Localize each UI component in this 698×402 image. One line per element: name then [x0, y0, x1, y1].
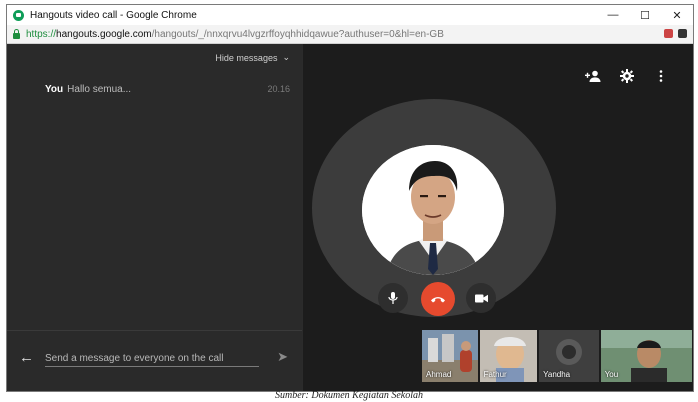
- hide-messages-label: Hide messages: [215, 52, 278, 63]
- more-vert-icon[interactable]: [653, 69, 669, 83]
- end-call-button[interactable]: [421, 282, 455, 316]
- figure-caption: Sumber: Dokumen Kegiatan Sekolah: [274, 390, 424, 401]
- browser-window: Hangouts video call - Google Chrome — ☐ …: [6, 4, 694, 392]
- participant-thumbnail[interactable]: Ahmad: [422, 330, 478, 382]
- address-bar[interactable]: https://hangouts.google.com/hangouts/_/n…: [7, 25, 693, 44]
- url-scheme: https://: [26, 28, 57, 40]
- participant-thumbnail[interactable]: You: [600, 330, 692, 382]
- participant-name: You: [604, 370, 619, 379]
- mic-button[interactable]: [378, 283, 408, 313]
- cast-icon[interactable]: [678, 29, 687, 38]
- back-arrow-icon[interactable]: ←: [19, 349, 34, 366]
- send-icon[interactable]: ➤: [277, 349, 288, 365]
- video-area: Ahmad Fathur Yandha You: [303, 44, 693, 391]
- camera-icon: [474, 294, 488, 302]
- hangouts-app-icon: [13, 9, 24, 21]
- lock-icon[interactable]: [13, 28, 20, 39]
- maximize-button[interactable]: ☐: [629, 5, 661, 25]
- participant-name: Ahmad: [426, 370, 452, 379]
- title-bar: Hangouts video call - Google Chrome — ☐ …: [7, 5, 693, 25]
- settings-gear-icon[interactable]: [619, 69, 635, 83]
- compose-bar: ← ➤: [7, 330, 302, 391]
- window-title: Hangouts video call - Google Chrome: [30, 9, 197, 21]
- window-controls: — ☐ ✕: [597, 5, 693, 25]
- url-host: hangouts.google.com: [56, 28, 152, 40]
- video-toolbar: [585, 69, 669, 83]
- message-sender: You: [45, 84, 64, 95]
- participant-thumbnail[interactable]: Yandha: [539, 330, 599, 382]
- participant-thumbnail[interactable]: Fathur: [479, 330, 538, 382]
- participant-name: Fathur: [483, 370, 507, 379]
- participant-name: Yandha: [543, 370, 571, 379]
- url-text[interactable]: https://hangouts.google.com/hangouts/_/n…: [26, 29, 444, 40]
- chat-panel: Hide messages ⌄ You Hallo semua... 20.16 …: [7, 44, 302, 391]
- close-button[interactable]: ✕: [661, 5, 693, 25]
- message-time: 20.16: [267, 84, 290, 94]
- address-bar-icons: [664, 29, 687, 38]
- chevron-down-icon: ⌄: [282, 52, 290, 62]
- mic-icon: [388, 291, 398, 304]
- url-path: /hangouts/_/nnxqrvu4lvgzrffoyqhhidqawue?…: [151, 28, 444, 40]
- message-input[interactable]: [45, 350, 259, 367]
- hide-messages-button[interactable]: Hide messages ⌄: [215, 52, 290, 63]
- minimize-button[interactable]: —: [597, 5, 629, 25]
- chat-message: You Hallo semua... 20.16: [45, 84, 290, 95]
- camera-button[interactable]: [466, 283, 496, 313]
- end-call-icon: [431, 297, 445, 303]
- participant-strip: Ahmad Fathur Yandha You: [422, 330, 692, 382]
- message-text: Hallo semua...: [67, 84, 132, 95]
- blocked-content-icon[interactable]: [664, 29, 673, 38]
- caller-avatar: [362, 145, 504, 275]
- add-person-icon[interactable]: [585, 69, 601, 83]
